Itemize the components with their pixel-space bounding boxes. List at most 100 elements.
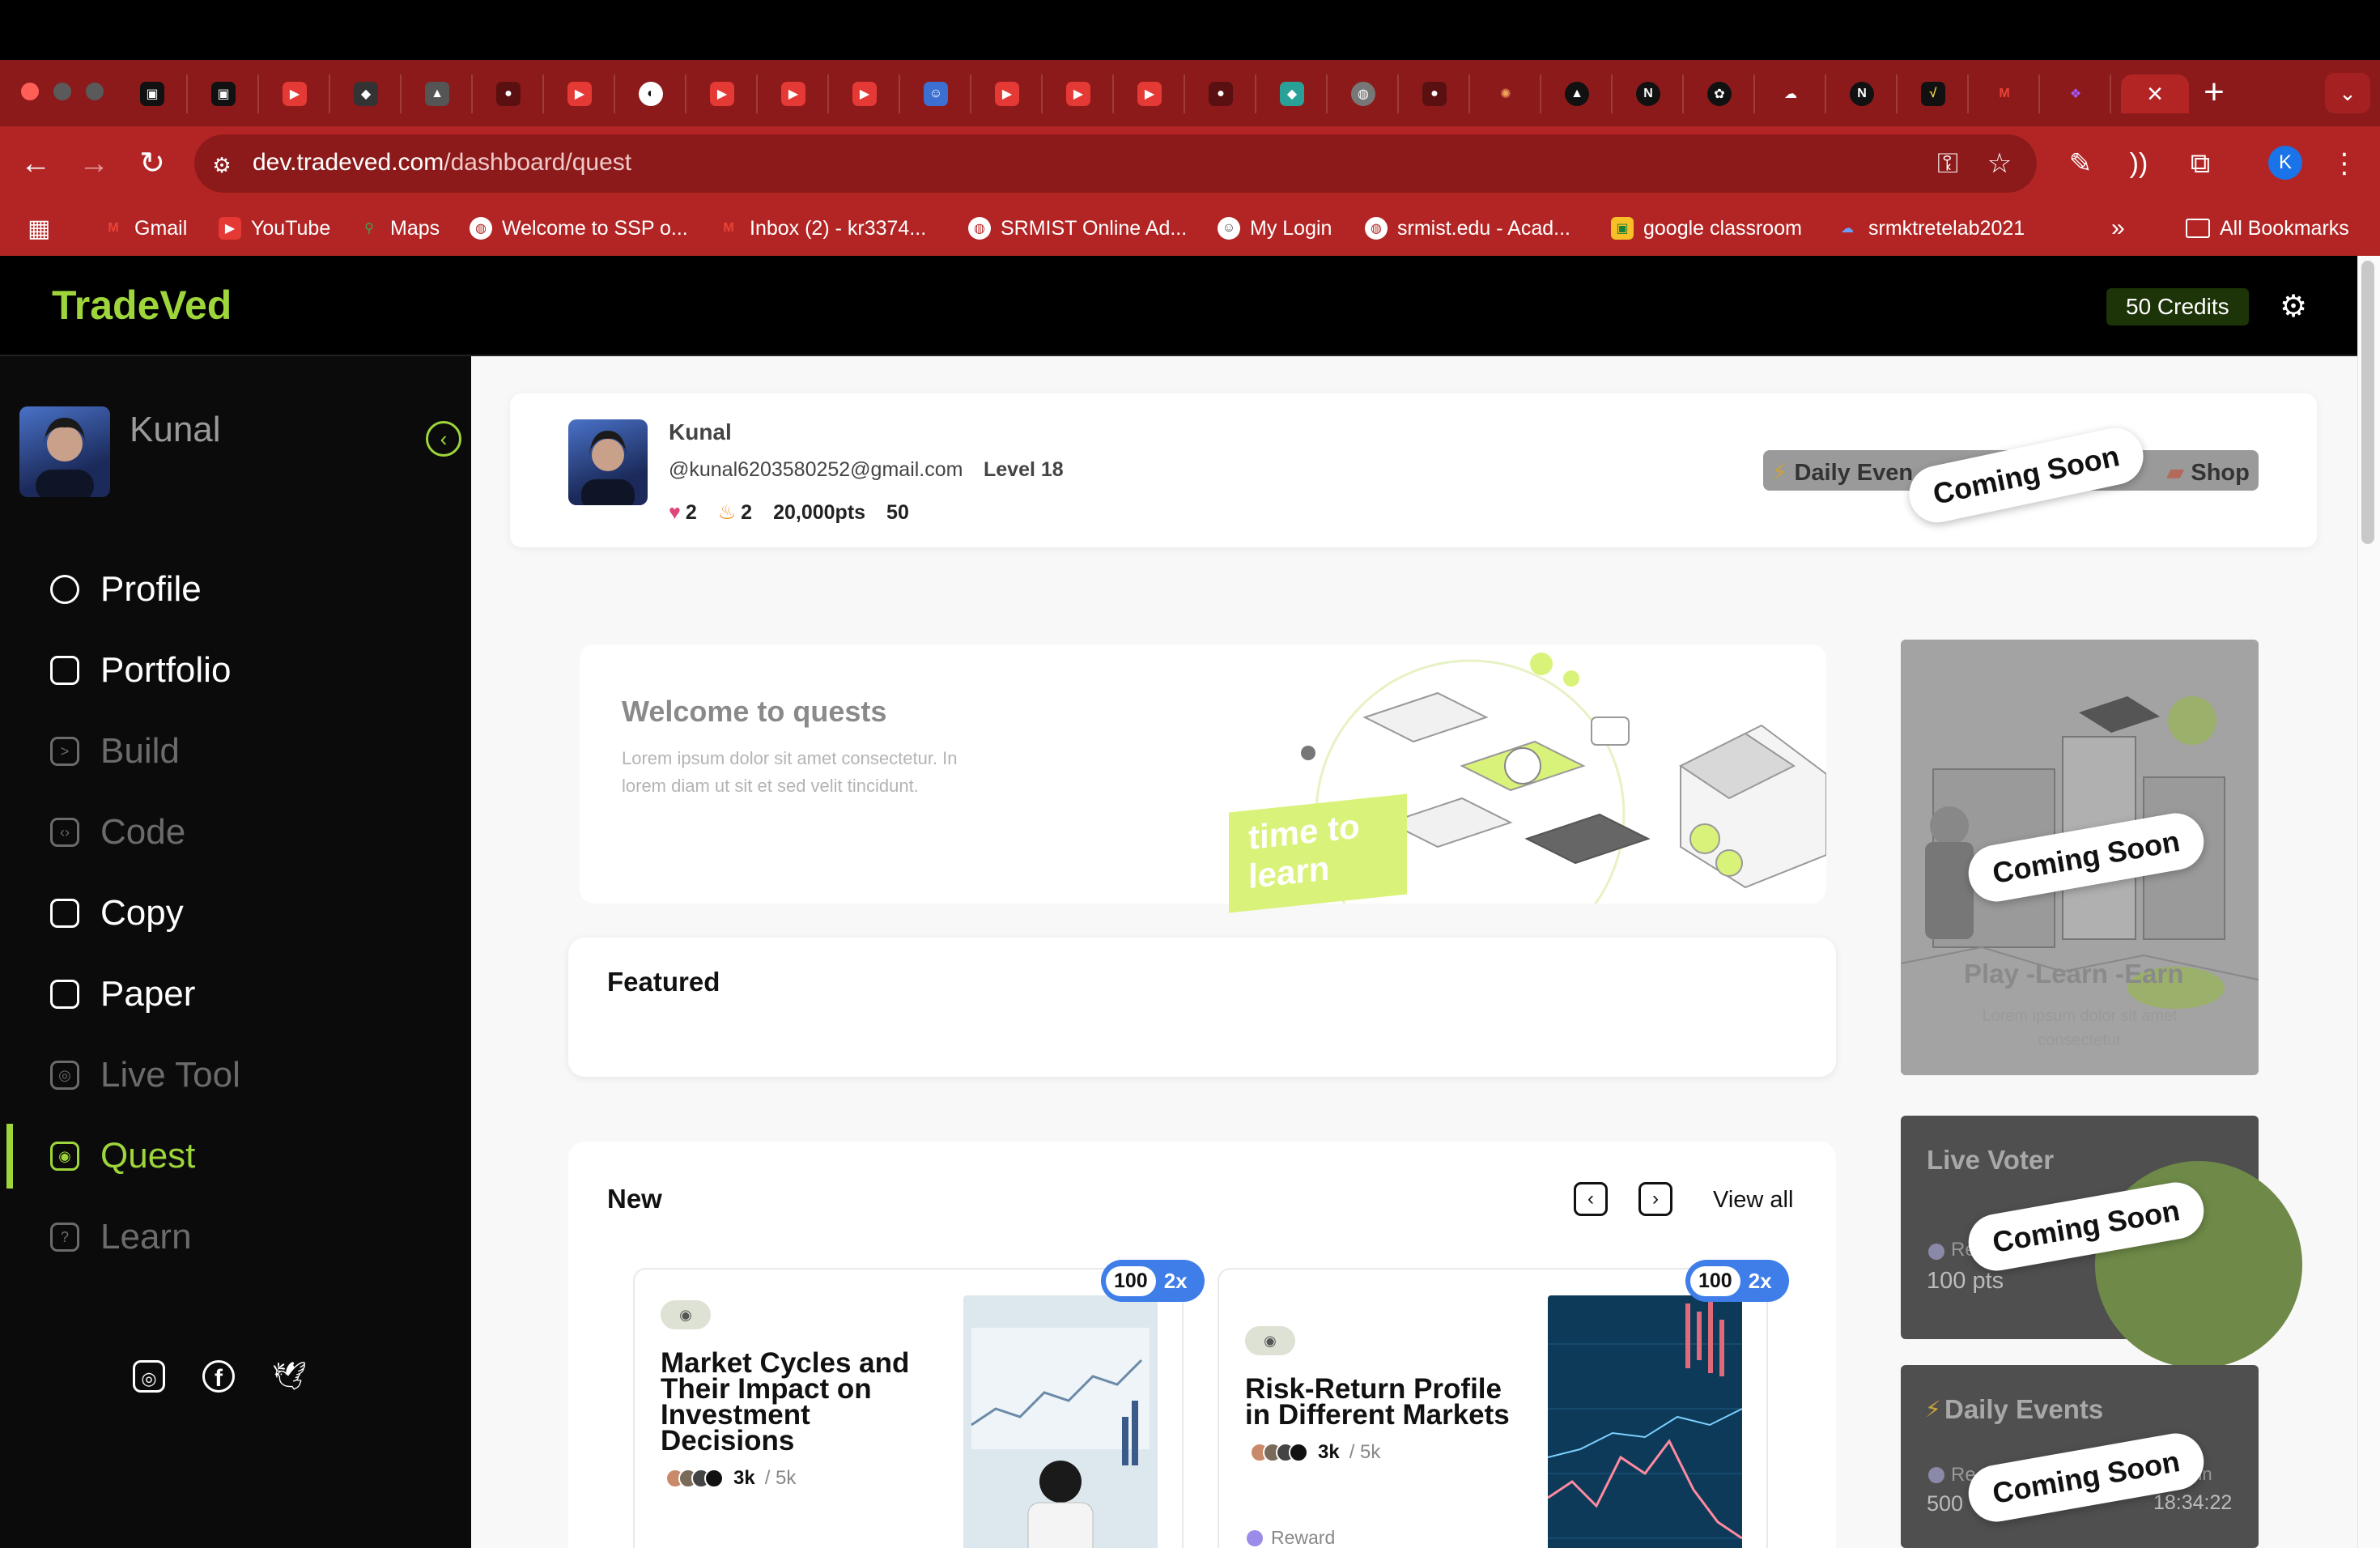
more-bookmarks-button[interactable]: » (2111, 214, 2125, 243)
close-window-button[interactable] (21, 83, 39, 100)
close-tab-icon[interactable]: × (2147, 79, 2163, 110)
nav-item-build[interactable]: > Build (50, 727, 180, 776)
tab[interactable]: ● (1400, 74, 1470, 113)
nav-item-paper[interactable]: Paper (50, 970, 195, 1019)
browser-profile-avatar[interactable]: K (2268, 146, 2302, 180)
url-host: dev.tradeved.com (253, 149, 444, 176)
tab-search-button[interactable]: ⌄ (2325, 73, 2370, 113)
bookmark-maps[interactable]: ⚲ Maps (358, 214, 440, 243)
gmail-icon: M (108, 221, 119, 235)
gmail-icon: M (1999, 87, 2010, 100)
brand-logo[interactable]: TradeVed (52, 282, 232, 329)
tab[interactable]: ▣ (118, 74, 188, 113)
site-info-icon[interactable]: ⚙ (202, 146, 241, 185)
bookmark-srmist-acad[interactable]: ◍ srmist.edu - Acad... (1365, 214, 1570, 243)
bookmark-google-classroom[interactable]: ▣ google classroom (1611, 214, 1802, 243)
nav-item-copy[interactable]: Copy (50, 889, 184, 938)
settings-gear-icon[interactable]: ⚙ (2275, 288, 2312, 325)
youtube-icon: ▶ (1066, 82, 1090, 106)
view-all-link[interactable]: View all (1713, 1187, 1793, 1214)
nav-item-quest[interactable]: ◉ Quest (50, 1132, 195, 1180)
tab[interactable]: ✺ (1472, 74, 1541, 113)
minimize-window-button[interactable] (53, 83, 71, 100)
zoom-window-button[interactable] (86, 83, 104, 100)
tab[interactable]: ▶ (831, 74, 900, 113)
xp-value: 100 (1106, 1265, 1156, 1296)
play-learn-earn-subtitle: Lorem ipsum dolor sit amet consectetur (1982, 1007, 2178, 1049)
tab[interactable]: ▲ (1543, 74, 1613, 113)
credits-badge[interactable]: 50 Credits (2106, 288, 2249, 325)
tab[interactable]: ✿ (1685, 74, 1755, 113)
site-favicon-icon: ◆ (354, 82, 378, 106)
youtube-icon: ▶ (1137, 82, 1162, 106)
tab[interactable]: N (1614, 74, 1684, 113)
tab[interactable]: ▶ (973, 74, 1043, 113)
tab[interactable]: ▶ (261, 74, 330, 113)
nav-item-code[interactable]: ‹› Code (50, 808, 185, 857)
extensions-puzzle-icon[interactable]: ⧉ (2181, 144, 2220, 183)
tab[interactable]: ▶ (688, 74, 758, 113)
bookmark-label: srmktretelab2021 (1868, 216, 2025, 240)
tab[interactable]: ▶ (546, 74, 615, 113)
tab[interactable]: N (1828, 74, 1898, 113)
tab[interactable]: ▣ (189, 74, 259, 113)
tab[interactable]: ◐ (617, 74, 686, 113)
browser-menu-icon[interactable]: ⋮ (2325, 144, 2364, 183)
password-key-icon[interactable]: ⚿ (1928, 144, 1967, 183)
bookmark-srmktretelab[interactable]: ☁ srmktretelab2021 (1836, 214, 2025, 243)
tab[interactable]: ● (474, 74, 544, 113)
url-text[interactable]: dev.tradeved.com/dashboard/quest (253, 149, 631, 176)
tab[interactable]: ▲ (403, 74, 473, 113)
bookmark-inbox[interactable]: M Inbox (2) - kr3374... (717, 214, 926, 243)
tab[interactable]: ● (1187, 74, 1256, 113)
bookmark-ssp[interactable]: ◍ Welcome to SSP o... (470, 214, 688, 243)
twitter-icon[interactable]: 🕊 (272, 1360, 307, 1393)
youtube-icon: ▶ (852, 82, 877, 106)
openai-icon: ✿ (1707, 82, 1732, 106)
tab[interactable]: ◍ (1329, 74, 1399, 113)
forward-button[interactable]: → (74, 144, 113, 183)
nav-item-learn[interactable]: ? Learn (50, 1213, 192, 1261)
new-title: New (607, 1184, 662, 1214)
back-button[interactable]: ← (16, 144, 55, 183)
user-avatar[interactable] (19, 406, 110, 497)
nav-item-profile[interactable]: Profile (50, 565, 202, 614)
pen-extension-icon[interactable]: ✎ (2061, 144, 2100, 183)
tab[interactable]: ❖ (2042, 74, 2111, 113)
all-bookmarks-folder[interactable]: All Bookmarks (2186, 214, 2349, 243)
tab[interactable]: ▶ (1116, 74, 1185, 113)
reload-button[interactable]: ↻ (133, 144, 172, 183)
bookmark-youtube[interactable]: ▶ YouTube (219, 214, 330, 243)
collapse-sidebar-button[interactable]: ‹ (426, 421, 461, 457)
bookmark-label: SRMIST Online Ad... (1001, 216, 1188, 240)
tab[interactable]: ▶ (1044, 74, 1114, 113)
quest-thumbnail-market (963, 1295, 1158, 1548)
scrollbar-thumb[interactable] (2361, 261, 2374, 544)
apps-grid-icon[interactable]: ▦ (28, 214, 50, 243)
nav-item-portfolio[interactable]: Portfolio (50, 646, 231, 695)
carousel-next-button[interactable]: › (1638, 1182, 1672, 1216)
avatar-portrait (581, 431, 635, 512)
bookmark-star-icon[interactable]: ☆ (1980, 144, 2019, 183)
tab[interactable]: ▶ (759, 74, 829, 113)
tab[interactable]: ☁ (1757, 74, 1826, 113)
tab[interactable]: ◆ (1258, 74, 1328, 113)
carousel-prev-button[interactable]: ‹ (1574, 1182, 1608, 1216)
tab[interactable]: ☺ (902, 74, 971, 113)
tab[interactable]: ◆ (332, 74, 402, 113)
active-tab[interactable]: × (2121, 74, 2189, 113)
instagram-icon[interactable]: ◎ (133, 1360, 165, 1393)
nav-item-live-tool[interactable]: ◎ Live Tool (50, 1051, 240, 1099)
audio-extension-icon[interactable]: )) (2119, 144, 2158, 183)
nextjs-icon: N (1636, 82, 1660, 106)
bookmark-my-login[interactable]: ☺ My Login (1218, 214, 1332, 243)
facebook-icon[interactable]: f (202, 1360, 235, 1393)
bookmark-label: google classroom (1643, 216, 1802, 240)
tab[interactable]: √ (1899, 74, 1969, 113)
new-tab-button[interactable]: + (2190, 74, 2238, 113)
bookmark-gmail[interactable]: M Gmail (102, 214, 187, 243)
tab[interactable]: M (1970, 74, 2040, 113)
site-favicon-icon: ▣ (211, 82, 236, 106)
learn-icon: ? (50, 1223, 79, 1252)
bookmark-srmist-online[interactable]: ◍ SRMIST Online Ad... (968, 214, 1187, 243)
